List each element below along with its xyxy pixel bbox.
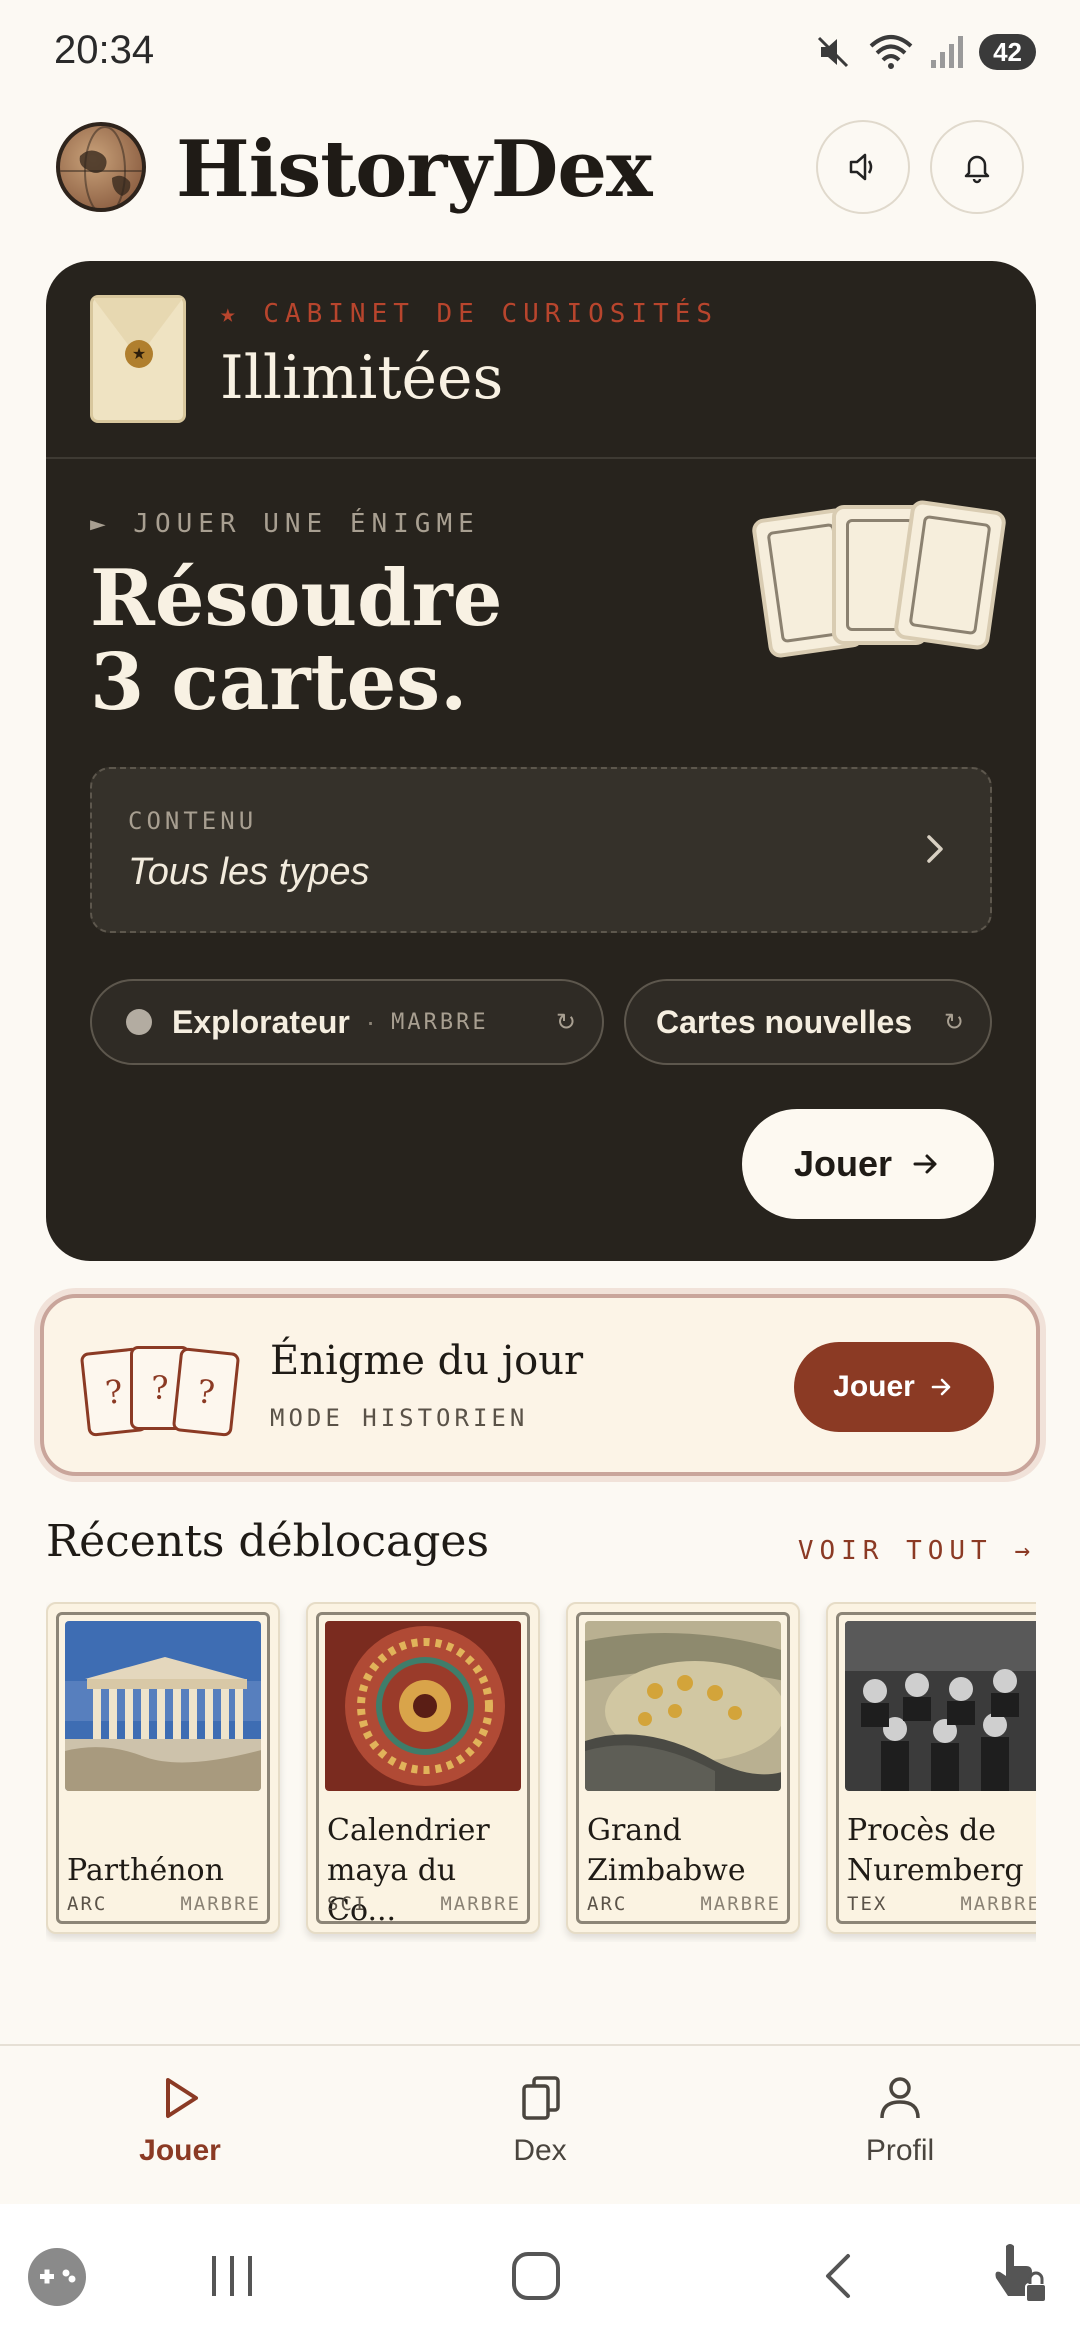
puzzle-eyebrow: ► JOUER UNE ÉNIGME bbox=[90, 509, 480, 539]
speaker-icon bbox=[849, 153, 873, 181]
mute-icon bbox=[818, 36, 849, 68]
recent-card[interactable]: Grand Zimbabwe ARC MARBRE bbox=[566, 1602, 800, 1934]
nav-item-dex[interactable]: Dex bbox=[440, 2070, 640, 2190]
cabinet-title: Illimitées bbox=[220, 343, 504, 413]
card-name: Parthénon bbox=[67, 1853, 224, 1888]
app-title: HistoryDex bbox=[176, 124, 652, 215]
content-label: CONTENU bbox=[128, 807, 258, 835]
difficulty-rarity: MARBRE bbox=[391, 1009, 489, 1035]
app-header: HistoryDex bbox=[0, 110, 1080, 230]
signal-icon bbox=[931, 36, 964, 68]
back-icon[interactable] bbox=[818, 2250, 858, 2302]
arrow-right-icon bbox=[913, 1154, 937, 1174]
card-rarity: MARBRE bbox=[960, 1893, 1036, 1915]
content-value: Tous les types bbox=[128, 851, 370, 893]
see-all-link[interactable]: VOIR TOUT → bbox=[798, 1536, 1036, 1566]
cards-icon bbox=[522, 2076, 560, 2120]
refresh-icon: ↻ bbox=[555, 1008, 576, 1036]
bell-icon bbox=[964, 155, 990, 184]
headline-line-1: Résoudre bbox=[90, 553, 503, 644]
mystery-cards-icon: ? ? ? bbox=[79, 1340, 244, 1440]
card-category: ARC bbox=[587, 1893, 628, 1915]
status-time: 20:34 bbox=[54, 28, 155, 72]
recents-title: Récents déblocages bbox=[46, 1516, 490, 1567]
chevron-right-icon bbox=[927, 835, 943, 863]
daily-play-label: Jouer bbox=[833, 1370, 915, 1403]
nav-item-profil[interactable]: Profil bbox=[800, 2070, 1000, 2190]
recents-carousel[interactable]: Parthénon ARC MARBRE Calendrier maya du … bbox=[46, 1602, 1036, 1942]
play-button[interactable]: Jouer bbox=[742, 1109, 994, 1219]
touch-lock-icon[interactable] bbox=[990, 2242, 1050, 2306]
recent-card[interactable]: Calendrier maya du Co... SCI MARBRE bbox=[306, 1602, 540, 1934]
card-category: SCI bbox=[327, 1893, 368, 1915]
globe-logo-icon bbox=[56, 122, 146, 212]
card-category: ARC bbox=[67, 1893, 108, 1915]
puzzle-card: ★ ★ CABINET DE CURIOSITÉS Illimitées ► J… bbox=[46, 261, 1036, 1261]
battery-indicator: 42 bbox=[979, 34, 1036, 70]
play-icon bbox=[166, 2078, 198, 2118]
daily-riddle-card[interactable]: ? ? ? Énigme du jour MODE HISTORIEN Joue… bbox=[40, 1294, 1040, 1476]
cabinet-eyebrow: ★ CABINET DE CURIOSITÉS bbox=[220, 299, 719, 329]
person-icon bbox=[880, 2077, 920, 2119]
maya-calendar-image bbox=[325, 1621, 521, 1791]
great-zimbabwe-image bbox=[585, 1621, 781, 1791]
cards-mode-label: Cartes nouvelles bbox=[656, 1003, 913, 1040]
difficulty-separator: · bbox=[365, 1006, 376, 1037]
recent-card[interactable]: Procès de Nuremberg TEX MARBRE bbox=[826, 1602, 1036, 1934]
nav-label-profil: Profil bbox=[865, 2134, 935, 2167]
nuremberg-trial-image bbox=[845, 1621, 1036, 1791]
cabinet-header: ★ ★ CABINET DE CURIOSITÉS Illimitées bbox=[46, 261, 1036, 459]
status-bar: 20:34 42 bbox=[0, 0, 1080, 100]
arrow-right-icon bbox=[931, 1378, 951, 1396]
gamepad-icon[interactable] bbox=[26, 2246, 88, 2308]
bottom-nav: Jouer Dex Profil bbox=[0, 2044, 1080, 2204]
puzzle-headline: Résoudre 3 cartes. bbox=[90, 557, 502, 725]
daily-subtitle: MODE HISTORIEN bbox=[270, 1404, 529, 1432]
recent-card[interactable]: Parthénon ARC MARBRE bbox=[46, 1602, 280, 1934]
refresh-icon: ↻ bbox=[943, 1008, 964, 1036]
cards-mode-selector[interactable]: Cartes nouvelles ↻ bbox=[624, 979, 992, 1065]
nav-label-jouer: Jouer bbox=[139, 2134, 221, 2167]
card-rarity: MARBRE bbox=[700, 1893, 781, 1915]
card-name: Procès de Nuremberg bbox=[847, 1813, 1024, 1888]
envelope-icon: ★ bbox=[90, 295, 186, 423]
difficulty-label: Explorateur bbox=[172, 1003, 350, 1040]
card-rarity: MARBRE bbox=[440, 1893, 521, 1915]
status-icons: 42 bbox=[813, 32, 1036, 72]
wifi-icon bbox=[869, 35, 913, 69]
daily-title: Énigme du jour bbox=[270, 1338, 584, 1384]
home-icon[interactable] bbox=[510, 2250, 562, 2302]
difficulty-selector[interactable]: Explorateur · MARBRE ↻ bbox=[90, 979, 604, 1065]
content-selector[interactable]: CONTENU Tous les types bbox=[90, 767, 992, 933]
daily-play-button[interactable]: Jouer bbox=[794, 1342, 994, 1432]
cards-illustration-icon bbox=[746, 491, 1016, 661]
card-rarity: MARBRE bbox=[180, 1893, 261, 1915]
parthenon-image bbox=[65, 1621, 261, 1791]
nav-label-dex: Dex bbox=[513, 2134, 567, 2167]
difficulty-dot bbox=[126, 1009, 152, 1035]
nav-item-jouer[interactable]: Jouer bbox=[80, 2070, 280, 2190]
headline-line-2: 3 cartes. bbox=[90, 637, 468, 728]
notifications-button[interactable] bbox=[930, 120, 1024, 214]
play-button-label: Jouer bbox=[793, 1143, 893, 1184]
sound-button[interactable] bbox=[816, 120, 910, 214]
card-name: Grand Zimbabwe bbox=[587, 1813, 746, 1888]
card-category: TEX bbox=[847, 1893, 888, 1915]
recent-apps-icon[interactable] bbox=[208, 2254, 258, 2298]
system-nav-bar bbox=[0, 2204, 1080, 2340]
